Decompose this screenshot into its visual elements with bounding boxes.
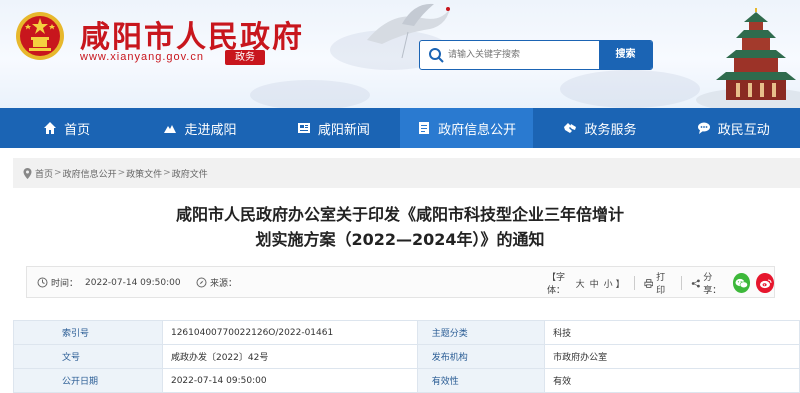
divider	[680, 276, 682, 290]
breadcrumb-separator: >	[163, 168, 171, 178]
tower-illustration-icon	[696, 8, 800, 108]
print-button[interactable]: 打印	[643, 270, 672, 296]
info-label: 有效性	[416, 368, 546, 393]
handshake-icon	[564, 123, 577, 133]
divider	[633, 276, 635, 290]
breadcrumb-policy-files[interactable]: 政策文件	[126, 167, 162, 180]
table-row: 文号 咸政办发〔2022〕42号 发布机构 市政府办公室	[13, 344, 800, 369]
breadcrumb: 首页 > 政府信息公开 > 政策文件 > 政府文件	[13, 158, 800, 188]
info-value: 12610400770022126O/2022-01461	[161, 320, 418, 345]
newspaper-icon	[297, 123, 310, 133]
print-label: 打印	[656, 273, 666, 296]
nav-item-services[interactable]: 政务服务	[533, 108, 666, 148]
nav-item-label: 政府信息公开	[438, 122, 517, 138]
breadcrumb-separator: >	[117, 168, 126, 178]
font-size-small-button[interactable]: 小	[602, 277, 615, 290]
search-button[interactable]: 搜索	[599, 41, 652, 69]
font-size-switcher: 【字体： 大 中 小 】	[547, 270, 625, 296]
table-row: 公开日期 2022-07-14 09:50:00 有效性 有效	[13, 368, 800, 393]
site-title[interactable]: 咸阳市人民政府	[80, 12, 304, 56]
breadcrumb-gov-files[interactable]: 政府文件	[172, 167, 208, 180]
info-value: 科技	[544, 320, 800, 345]
nav-item-interaction[interactable]: 政民互动	[667, 108, 800, 148]
info-label: 索引号	[13, 320, 163, 345]
article-meta-bar: 时间： 2022-07-14 09:50:00 来源： 【字体： 大 中 小 】…	[26, 266, 775, 298]
printer-icon	[643, 278, 653, 288]
mountain-icon	[164, 125, 177, 133]
info-label: 公开日期	[13, 368, 163, 393]
article-source: 来源：	[196, 276, 237, 289]
nav-item-label: 首页	[64, 122, 91, 138]
nav-item-news[interactable]: 咸阳新闻	[267, 108, 400, 148]
nav-item-label: 咸阳新闻	[317, 122, 370, 138]
info-label: 发布机构	[416, 344, 546, 369]
info-value: 咸政办发〔2022〕42号	[161, 344, 418, 369]
source-label: 来源：	[210, 279, 238, 289]
weibo-icon	[759, 279, 772, 288]
article-title-line: 咸阳市人民政府办公室关于印发《咸阳市科技型企业三年倍增计	[175, 205, 624, 224]
nav-item-about[interactable]: 走进咸阳	[133, 108, 266, 148]
search-input[interactable]	[448, 41, 598, 69]
nav-item-label: 政民互动	[717, 122, 770, 138]
table-row: 索引号 12610400770022126O/2022-01461 主题分类 科…	[13, 320, 800, 345]
cloud-decoration	[560, 70, 700, 108]
gov-badge: 政务	[225, 50, 265, 65]
share-group: 分享：	[691, 270, 727, 296]
info-label: 主题分类	[416, 320, 546, 345]
share-label: 分享：	[703, 273, 722, 296]
info-value: 有效	[544, 368, 800, 393]
national-emblem-icon[interactable]	[14, 10, 66, 62]
location-pin-icon	[23, 167, 32, 179]
nav-item-label: 政务服务	[584, 122, 637, 138]
site-header: 咸阳市人民政府 www.xianyang.gov.cn 政务 搜索	[0, 0, 800, 108]
nav-item-gov-info[interactable]: 政府信息公开	[399, 108, 534, 148]
publish-time: 时间： 2022-07-14 09:50:00	[37, 276, 181, 289]
compass-icon	[196, 277, 207, 288]
font-size-medium-button[interactable]: 中	[588, 277, 601, 290]
article-title-line: 划实施方案（2022—2024年）》的通知	[255, 230, 545, 249]
main-nav: 首页 走进咸阳 咸阳新闻 政府信息公开 政务服务 政民互动	[0, 108, 800, 148]
time-value: 2022-07-14 09:50:00	[85, 277, 181, 288]
chat-icon	[697, 122, 710, 134]
document-icon	[419, 122, 430, 134]
search-box: 搜索	[419, 40, 653, 70]
font-size-bracket: 】	[615, 279, 625, 290]
info-value: 2022-07-14 09:50:00	[161, 368, 418, 393]
share-icon	[691, 278, 700, 288]
share-wechat-button[interactable]	[732, 273, 751, 293]
cloud-decoration	[250, 80, 370, 108]
nav-item-label: 走进咸阳	[184, 122, 237, 138]
home-icon	[44, 122, 57, 134]
breadcrumb-gov-info[interactable]: 政府信息公开	[63, 167, 117, 180]
clock-icon	[37, 277, 48, 288]
breadcrumb-home[interactable]: 首页	[35, 167, 53, 180]
font-size-label: 【字体：	[547, 273, 566, 296]
info-value: 市政府办公室	[544, 344, 800, 369]
share-weibo-button[interactable]	[756, 273, 774, 293]
document-info-table: 索引号 12610400770022126O/2022-01461 主题分类 科…	[13, 320, 800, 393]
breadcrumb-separator: >	[54, 168, 62, 178]
time-label: 时间：	[51, 279, 79, 289]
font-size-large-button[interactable]: 大	[574, 277, 587, 290]
info-label: 文号	[13, 344, 163, 369]
article-title: 咸阳市人民政府办公室关于印发《咸阳市科技型企业三年倍增计 划实施方案（2022—…	[100, 202, 700, 252]
search-icon	[429, 48, 444, 63]
wechat-icon	[735, 278, 748, 288]
article-tools: 【字体： 大 中 小 】 打印 分享：	[547, 270, 774, 296]
nav-item-home[interactable]: 首页	[0, 108, 133, 148]
site-url: www.xianyang.gov.cn	[80, 51, 204, 63]
